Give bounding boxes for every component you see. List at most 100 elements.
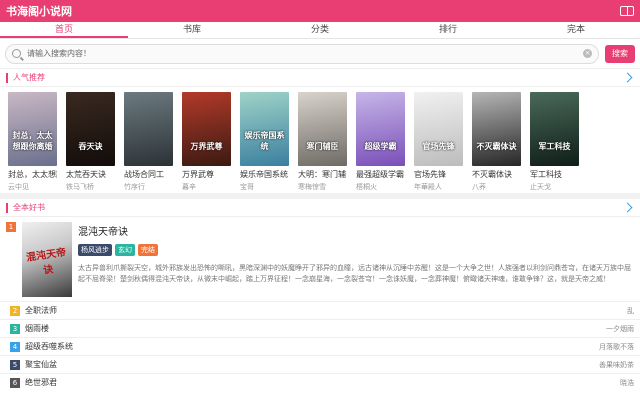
list-item[interactable]: 2 全职法师乱	[0, 301, 640, 319]
book-cover[interactable]: 混沌天帝诀	[22, 222, 72, 297]
hot-book-item[interactable]: 封总，太太想跟你离婚封总，太太想跟... 云中见	[8, 92, 57, 193]
cover-title: 寒门辅臣	[306, 142, 339, 151]
book-cover[interactable]: 官场先锋	[414, 92, 463, 166]
book-title[interactable]: 全职法师	[25, 305, 622, 316]
featured-info: 混沌天帝诀 杨风逍步 玄幻 完结 太古异兽利爪撕裂天空，城外邪族发出恐怖的嘶吼，黑暗…	[78, 222, 634, 297]
search-icon	[12, 49, 21, 58]
rank-badge: 3	[10, 323, 20, 334]
finished-section-header: 全本好书	[0, 199, 640, 217]
finished-section-title: 全本好书	[13, 203, 45, 212]
hot-section-header: 人气推荐	[0, 69, 640, 87]
book-author: 止天戈	[530, 183, 551, 191]
book-cover[interactable]: 寒门辅臣	[298, 92, 347, 166]
chevron-right-icon[interactable]	[622, 202, 633, 213]
book-tag[interactable]: 杨风逍步	[78, 244, 112, 256]
tab-library[interactable]: 书库	[128, 22, 256, 38]
book-title[interactable]: 绝世邪君	[25, 377, 615, 388]
book-cover[interactable]: 万界武尊	[182, 92, 231, 166]
search-button[interactable]: 搜索	[605, 44, 635, 63]
cover-title: 不灭霸体诀	[476, 142, 517, 151]
book-author: 月落歌不落	[599, 342, 634, 351]
book-author: 寒梅惊雪	[298, 183, 326, 191]
list-item[interactable]: 4 超级吞噬系统 月落歌不落	[0, 337, 640, 355]
list-item[interactable]: 6 绝世邪君 晓浩	[0, 373, 640, 391]
book-title[interactable]: 战场合同工	[124, 169, 173, 180]
hot-book-item[interactable]: 官场先锋 官场先锋 年華殿人	[414, 92, 463, 193]
section-marker	[6, 202, 8, 213]
cover-title: 封总，太太想跟你离婚	[12, 131, 53, 151]
hot-section-title: 人气推荐	[13, 73, 45, 82]
hot-book-item[interactable]: 万界武尊 万界武尊 暮辛	[182, 92, 231, 193]
book-title[interactable]: 大明：寒门辅臣	[298, 169, 347, 180]
book-title[interactable]: 娱乐帝国系统	[240, 169, 289, 180]
book-tag[interactable]: 完结	[138, 244, 158, 256]
featured-book[interactable]: 1 混沌天帝诀 混沌天帝诀 杨风逍步 玄幻 完结 太古异兽利爪撕裂天空，城外邪族发出…	[0, 217, 640, 301]
main-nav: 首页 书库 分类 排行 完本	[0, 22, 640, 39]
book-title[interactable]: 封总，太太想跟...	[8, 169, 57, 180]
book-author: 晓浩	[620, 378, 634, 387]
tab-ranking[interactable]: 排行	[384, 22, 512, 38]
book-author: 八荞	[472, 183, 486, 191]
book-icon[interactable]	[620, 6, 634, 16]
rank-badge: 6	[10, 377, 20, 388]
book-author: 铁马飞桥	[66, 183, 94, 191]
book-tag[interactable]: 玄幻	[115, 244, 135, 256]
book-cover[interactable]: 超级学霸	[356, 92, 405, 166]
cover-title: 官场先锋	[422, 142, 455, 151]
tag-list: 杨风逍步 玄幻 完结	[78, 244, 634, 256]
rank-badge: 1	[6, 222, 16, 232]
cover-title: 混沌天帝诀	[25, 247, 67, 277]
book-author: 宝哥	[240, 183, 254, 191]
search-box: ×	[5, 43, 599, 64]
top-bar: 书海阁小说网	[0, 0, 640, 22]
book-cover[interactable]	[124, 92, 173, 166]
book-title[interactable]: 太荒吞天诀	[66, 169, 115, 180]
chevron-right-icon[interactable]	[622, 72, 633, 83]
clear-icon[interactable]: ×	[583, 49, 592, 58]
book-cover[interactable]: 吞天诀	[66, 92, 115, 166]
book-author: 乱	[627, 306, 634, 315]
search-input[interactable]	[27, 49, 577, 58]
cover-title: 军工科技	[538, 142, 571, 151]
book-author: 暮辛	[182, 183, 196, 191]
list-item[interactable]: 5 聚宝仙盆 善果味奶茶	[0, 355, 640, 373]
hot-book-item[interactable]: 寒门辅臣大明：寒门辅臣寒梅惊雪	[298, 92, 347, 193]
book-title[interactable]: 超级吞噬系统	[25, 341, 594, 352]
hot-book-item[interactable]: 不灭霸体诀 不灭霸体诀 八荞	[472, 92, 521, 193]
book-title[interactable]: 不灭霸体诀	[472, 169, 521, 180]
rank-badge: 5	[10, 359, 20, 370]
tab-completed[interactable]: 完本	[512, 22, 640, 38]
list-item[interactable]: 3 烟雨楼 一夕烟雨	[0, 319, 640, 337]
book-author: 一夕烟雨	[606, 324, 634, 333]
book-cover[interactable]: 娱乐帝国系统	[240, 92, 289, 166]
book-title[interactable]: 官场先锋	[414, 169, 463, 180]
hot-book-item[interactable]: 战场合同工 竹序行	[124, 92, 173, 193]
rank-badge: 4	[10, 341, 20, 352]
cover-title: 万界武尊	[190, 142, 223, 151]
book-title[interactable]: 军工科技	[530, 169, 579, 180]
cover-title: 超级学霸	[364, 142, 397, 151]
book-description: 太古异兽利爪撕裂天空，城外邪族发出恐怖的嘶吼，黑暗深渊中的妖魔睁开了邪异的血瞳，…	[78, 264, 631, 283]
book-author: 梧桐火	[356, 183, 377, 191]
book-cover[interactable]: 不灭霸体诀	[472, 92, 521, 166]
tab-home[interactable]: 首页	[0, 22, 128, 38]
cover-title: 吞天诀	[78, 142, 103, 151]
hot-book-item[interactable]: 超级学霸最强超级学霸 梧桐火	[356, 92, 405, 193]
book-title[interactable]: 烟雨楼	[25, 323, 601, 334]
rank-badge: 2	[10, 305, 20, 316]
section-marker	[6, 72, 8, 83]
hot-book-item[interactable]: 军工科技 军工科技 止天戈	[530, 92, 579, 193]
book-title[interactable]: 万界武尊	[182, 169, 231, 180]
book-title[interactable]: 最强超级学霸	[356, 169, 405, 180]
book-cover[interactable]: 军工科技	[530, 92, 579, 166]
book-title[interactable]: 混沌天帝诀	[78, 223, 634, 238]
site-title[interactable]: 书海阁小说网	[6, 3, 72, 19]
book-author: 善果味奶茶	[599, 360, 634, 369]
book-author: 云中见	[8, 183, 29, 191]
cover-title: 娱乐帝国系统	[244, 131, 285, 151]
book-title[interactable]: 聚宝仙盆	[25, 359, 594, 370]
book-cover[interactable]: 封总，太太想跟你离婚	[8, 92, 57, 166]
hot-book-item[interactable]: 娱乐帝国系统 娱乐帝国系统 宝哥	[240, 92, 289, 193]
tab-category[interactable]: 分类	[256, 22, 384, 38]
hot-book-item[interactable]: 吞天诀太荒吞天诀铁马飞桥	[66, 92, 115, 193]
